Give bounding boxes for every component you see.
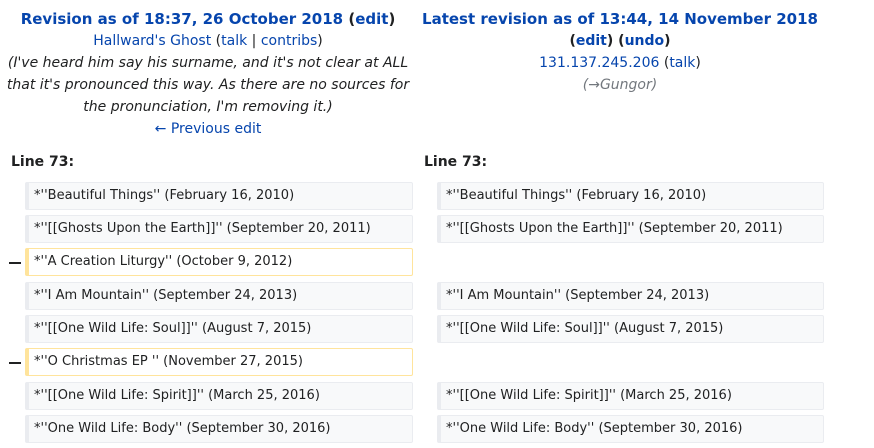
diff-right-context-row: *''One Wild Life: Body'' (September 30, … [437, 415, 824, 443]
right-line-number: Line 73: [424, 154, 488, 170]
section-name: Gungor [599, 77, 652, 93]
undo-link[interactable]: undo [625, 33, 665, 49]
left-user-line: Hallward's Ghost (talk | contribs) [93, 33, 323, 49]
left-line-number: Line 73: [11, 154, 75, 170]
left-edit-summary-line-3: the pronunciation, I'm removing it.) [83, 99, 333, 115]
diff-left-context-row: *''One Wild Life: Body'' (September 30, … [25, 415, 413, 443]
right-user-link[interactable]: 131.137.245.206 [539, 55, 659, 71]
diff-left-context-row: *''[[One Wild Life: Spirit]]'' (March 25… [25, 382, 413, 410]
left-edit-summary-line-1: (I've heard him say his surname, and it'… [7, 55, 409, 71]
right-revision-link[interactable]: Latest revision as of 13:44, 14 November… [422, 10, 818, 28]
left-edit-summary-line-2: that it's pronounced this way. As there … [6, 77, 410, 93]
left-contribs-link[interactable]: contribs [261, 33, 317, 49]
diff-right-context-row: *''[[One Wild Life: Soul]]'' (August 7, … [437, 315, 824, 343]
previous-edit-line: ← Previous edit [0, 118, 416, 140]
diff-left-context-row: *''[[Ghosts Upon the Earth]]'' (Septembe… [25, 215, 413, 243]
diff-left-context-row: *''Beautiful Things'' (February 16, 2010… [25, 182, 413, 210]
diff-right-context-row: *''[[One Wild Life: Spirit]]'' (March 25… [437, 382, 824, 410]
diff-deleted-row: *''O Christmas EP '' (November 27, 2015) [25, 348, 413, 376]
right-revision-title: Latest revision as of 13:44, 14 November… [412, 8, 828, 30]
right-actions-line: (edit) (undo) [569, 33, 671, 49]
diff-right-context-row: *''I Am Mountain'' (September 24, 2013) [437, 282, 824, 310]
diff-right-context-row: *''Beautiful Things'' (February 16, 2010… [437, 182, 824, 210]
left-revision-title: Revision as of 18:37, 26 October 2018 (e… [20, 10, 396, 28]
section-arrow-link[interactable]: → [588, 77, 600, 93]
right-edit-link[interactable]: edit [576, 33, 607, 49]
previous-edit-link[interactable]: ← Previous edit [155, 121, 262, 137]
left-user-link[interactable]: Hallward's Ghost [93, 33, 211, 49]
diff-right-context-row: *''[[Ghosts Upon the Earth]]'' (Septembe… [437, 215, 824, 243]
right-edit-summary: (→Gungor) [582, 77, 658, 93]
deletion-marker-icon [9, 362, 21, 364]
diff-left-context-row: *''I Am Mountain'' (September 24, 2013) [25, 282, 413, 310]
right-user-line: 131.137.245.206 (talk) [539, 55, 701, 71]
left-talk-link[interactable]: talk [221, 33, 247, 49]
left-edit-link[interactable]: edit [355, 10, 388, 28]
right-talk-link[interactable]: talk [669, 55, 695, 71]
deletion-marker-icon [9, 262, 21, 264]
diff-left-context-row: *''[[One Wild Life: Soul]]'' (August 7, … [25, 315, 413, 343]
diff-deleted-row: *''A Creation Liturgy'' (October 9, 2012… [25, 248, 413, 276]
left-revision-link[interactable]: Revision as of 18:37, 26 October 2018 [21, 10, 343, 28]
